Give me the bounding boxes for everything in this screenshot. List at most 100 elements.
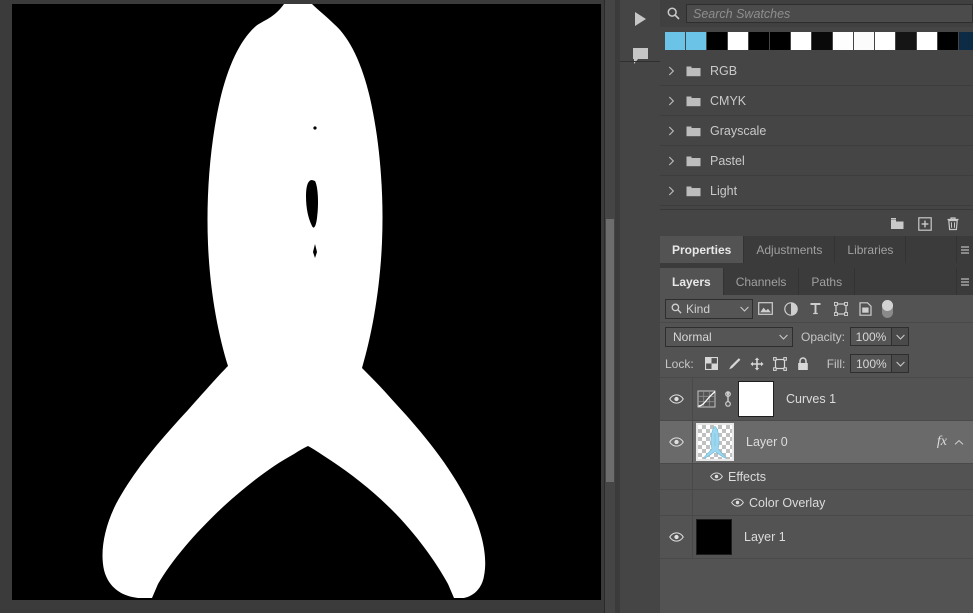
swatch-color[interactable] xyxy=(917,32,937,50)
layer-effects-expand-icon[interactable] xyxy=(949,421,969,463)
chevron-right-icon[interactable] xyxy=(660,185,682,197)
layer-kind-filter[interactable]: Kind xyxy=(665,298,753,319)
tab-channels[interactable]: Channels xyxy=(723,268,800,295)
swatch-color[interactable] xyxy=(896,32,916,50)
filter-pixel-icon[interactable] xyxy=(753,298,778,320)
layer-effect-row[interactable]: Color Overlay xyxy=(660,490,973,516)
search-input[interactable]: Search Swatches xyxy=(686,4,973,23)
swatches-footer xyxy=(660,209,973,237)
filter-enable-toggle[interactable] xyxy=(882,299,893,318)
swatch-color-row[interactable] xyxy=(660,27,973,55)
tab-adjustments[interactable]: Adjustments xyxy=(744,236,836,263)
effect-label: Effects xyxy=(728,469,766,484)
layer-thumbnail[interactable] xyxy=(696,519,732,555)
layer-fx-badge[interactable]: fx xyxy=(937,434,947,450)
play-icon[interactable] xyxy=(620,4,660,34)
filter-smart-object-icon[interactable] xyxy=(853,298,878,320)
chevron-down-icon[interactable] xyxy=(736,306,752,312)
swatch-group-row[interactable]: RGB xyxy=(660,56,973,86)
tab-libraries[interactable]: Libraries xyxy=(835,236,907,263)
chevron-down-icon[interactable] xyxy=(774,334,792,340)
swatch-group-list: RGB CMYK Grayscale Pastel Light xyxy=(660,56,973,209)
lock-artboard-icon[interactable] xyxy=(769,353,792,375)
lock-transparency-icon[interactable] xyxy=(700,353,723,375)
swatch-color[interactable] xyxy=(854,32,874,50)
effect-visibility-toggle[interactable] xyxy=(725,498,749,507)
comment-icon[interactable] xyxy=(620,38,660,68)
tab-properties[interactable]: Properties xyxy=(660,236,745,263)
fill-stepper[interactable] xyxy=(892,354,910,373)
layer-visibility-toggle[interactable] xyxy=(660,516,693,558)
delete-swatch-icon[interactable] xyxy=(939,210,967,237)
chevron-right-icon[interactable] xyxy=(660,65,682,77)
scrollbar-thumb[interactable] xyxy=(606,219,614,482)
rail-divider xyxy=(620,61,660,62)
new-group-icon[interactable] xyxy=(883,210,911,237)
swatch-color[interactable] xyxy=(749,32,769,50)
blend-mode-value: Normal xyxy=(673,329,712,344)
swatch-color[interactable] xyxy=(665,32,685,50)
new-swatch-icon[interactable] xyxy=(911,210,939,237)
tab-layers[interactable]: Layers xyxy=(660,268,724,295)
opacity-label: Opacity: xyxy=(801,329,846,344)
canvas[interactable] xyxy=(12,4,601,600)
effect-label: Color Overlay xyxy=(749,495,826,510)
blend-mode-select[interactable]: Normal xyxy=(665,326,793,347)
tab-label: Adjustments xyxy=(756,242,823,257)
lock-position-icon[interactable] xyxy=(746,353,769,375)
opacity-stepper[interactable] xyxy=(892,327,910,346)
right-dock: Search Swatches RGB CMYK Grayscale Pastel Li… xyxy=(660,0,973,613)
layer-row[interactable]: Layer 0 fx xyxy=(660,421,973,464)
layer-filter-row: Kind xyxy=(660,295,973,323)
tab-label: Libraries xyxy=(847,242,894,257)
document-area[interactable] xyxy=(0,0,620,613)
document-bottom-gutter xyxy=(0,600,604,613)
tab-label: Paths xyxy=(811,274,843,289)
swatch-color[interactable] xyxy=(770,32,790,50)
chevron-right-icon[interactable] xyxy=(660,95,682,107)
swatch-group-label: Grayscale xyxy=(710,123,767,138)
swatch-color[interactable] xyxy=(938,32,958,50)
lock-all-icon[interactable] xyxy=(792,353,815,375)
layer-visibility-toggle[interactable] xyxy=(660,421,693,463)
swatch-color[interactable] xyxy=(875,32,895,50)
layer-name: Layer 1 xyxy=(744,530,786,544)
layer-effect-row[interactable]: Effects xyxy=(660,464,973,490)
effect-visibility-toggle[interactable] xyxy=(704,472,728,481)
filter-shape-icon[interactable] xyxy=(828,298,853,320)
swatch-group-label: Light xyxy=(710,183,738,198)
chevron-right-icon[interactable] xyxy=(660,125,682,137)
swatch-group-row[interactable]: Light xyxy=(660,176,973,206)
swatch-group-row[interactable]: Grayscale xyxy=(660,116,973,146)
swatch-group-label: Pastel xyxy=(710,153,745,168)
layer-mask-thumbnail[interactable] xyxy=(738,381,774,417)
layer-row[interactable]: Layer 1 xyxy=(660,516,973,559)
chevron-right-icon[interactable] xyxy=(660,155,682,167)
layer-list: Curves 1 Layer 0 fx Effects Color Overlay Lay… xyxy=(660,378,973,559)
opacity-input[interactable]: 100% xyxy=(850,327,893,346)
swatch-color[interactable] xyxy=(686,32,706,50)
layer-link-icon[interactable] xyxy=(719,391,737,407)
swatch-color[interactable] xyxy=(791,32,811,50)
swatch-color[interactable] xyxy=(728,32,748,50)
swatch-group-row[interactable]: CMYK xyxy=(660,86,973,116)
curves-adjustment-icon[interactable] xyxy=(693,390,719,408)
panel-menu-icon[interactable] xyxy=(957,236,973,263)
swatch-color[interactable] xyxy=(812,32,832,50)
panel-menu-icon[interactable] xyxy=(957,268,973,295)
tab-paths[interactable]: Paths xyxy=(799,268,856,295)
swatch-color[interactable] xyxy=(833,32,853,50)
document-vertical-scrollbar[interactable] xyxy=(604,0,615,613)
tab-label: Layers xyxy=(672,274,711,289)
swatch-color[interactable] xyxy=(959,32,973,50)
filter-type-icon[interactable] xyxy=(803,298,828,320)
filter-adjustment-icon[interactable] xyxy=(778,298,803,320)
swatches-panel: Search Swatches RGB CMYK Grayscale Pastel Li… xyxy=(660,0,973,237)
layer-thumbnail[interactable] xyxy=(696,423,734,461)
swatch-color[interactable] xyxy=(707,32,727,50)
layer-visibility-toggle[interactable] xyxy=(660,378,693,420)
swatch-group-row[interactable]: Pastel xyxy=(660,146,973,176)
lock-image-icon[interactable] xyxy=(723,353,746,375)
fill-input[interactable]: 100% xyxy=(850,354,893,373)
layer-row[interactable]: Curves 1 xyxy=(660,378,973,421)
